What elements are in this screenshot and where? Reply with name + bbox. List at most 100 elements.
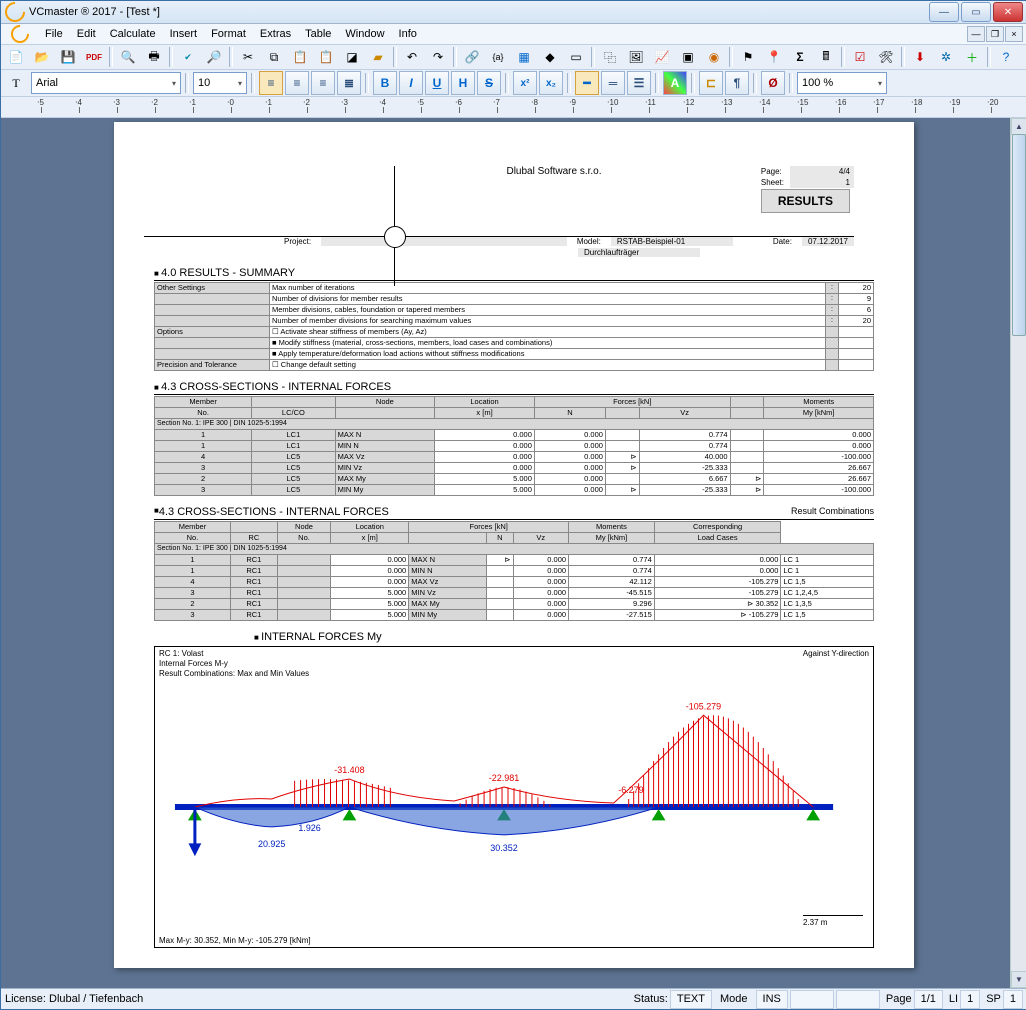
object2-icon[interactable]: ▣ — [676, 45, 700, 69]
frame-icon[interactable]: ▭ — [564, 45, 588, 69]
menu-file[interactable]: File — [39, 26, 69, 42]
superscript-button[interactable]: x² — [513, 71, 537, 95]
spellcheck-icon[interactable]: ✔ — [176, 45, 200, 69]
scroll-down-icon[interactable]: ▼ — [1011, 971, 1026, 988]
ruler[interactable]: ⋅5⋅4⋅3⋅2⋅1⋅0⋅1⋅2⋅3⋅4⋅5⋅6⋅7⋅8⋅9⋅10⋅11⋅12⋅… — [1, 97, 1026, 118]
status-label: Status: — [634, 993, 668, 1005]
line3-icon[interactable]: ☰ — [627, 71, 651, 95]
symbol-button[interactable]: Ø — [761, 71, 785, 95]
cut-icon[interactable]: ✂ — [236, 45, 260, 69]
save-icon[interactable]: 💾 — [56, 45, 80, 69]
paste-special-icon[interactable]: 📋 — [314, 45, 338, 69]
child-restore[interactable]: ❐ — [986, 26, 1004, 42]
maximize-button[interactable]: ▭ — [961, 2, 991, 22]
tools-icon[interactable]: 🛠 — [874, 45, 898, 69]
fontsize-select[interactable]: 10 — [193, 72, 247, 94]
statusbar: License: Dlubal / Tiefenbach Status: TEX… — [1, 988, 1026, 1009]
crop-icon[interactable]: ⿻ — [598, 45, 622, 69]
align-justify-icon[interactable]: ≣ — [337, 71, 361, 95]
chart-subtitle2: Result Combinations: Max and Min Values — [159, 669, 309, 678]
calc-icon[interactable]: 🖩 — [814, 45, 838, 69]
line1-icon[interactable]: ━ — [575, 71, 599, 95]
forces-table-a: MemberNodeLocationForces [kN]MomentsNo.L… — [154, 396, 874, 496]
model-value: RSTAB-Beispiel-01 — [611, 237, 733, 246]
print-preview-icon[interactable]: 🔍 — [116, 45, 140, 69]
chart-rc-label: RC 1: Volast — [159, 649, 203, 658]
gear-icon[interactable]: ✲ — [934, 45, 958, 69]
eraser-icon[interactable]: ◪ — [340, 45, 364, 69]
strike-button[interactable]: S — [477, 71, 501, 95]
check-icon[interactable]: ☑ — [848, 45, 872, 69]
print-icon[interactable]: 🖶 — [142, 45, 166, 69]
redo-icon[interactable]: ↷ — [426, 45, 450, 69]
color-button[interactable]: A — [663, 71, 687, 95]
svg-text:-31.408: -31.408 — [334, 765, 364, 775]
flag-icon[interactable]: ⚑ — [736, 45, 760, 69]
open-icon[interactable]: 📂 — [30, 45, 54, 69]
menu-extras[interactable]: Extras — [254, 26, 297, 42]
align-right-icon[interactable]: ≡ — [311, 71, 335, 95]
svg-text:30.352: 30.352 — [490, 843, 517, 853]
section-title-43a: 4.3 CROSS-SECTIONS - INTERNAL FORCES — [154, 381, 874, 395]
close-button[interactable]: ✕ — [993, 2, 1023, 22]
pin-icon[interactable]: 📍 — [762, 45, 786, 69]
sum-icon[interactable]: Σ — [788, 45, 812, 69]
undo-icon[interactable]: ↶ — [400, 45, 424, 69]
chart-icon[interactable]: 📈 — [650, 45, 674, 69]
high-button[interactable]: H — [451, 71, 475, 95]
status-mode-text: TEXT — [670, 990, 712, 1009]
app-menu-icon[interactable] — [5, 23, 37, 45]
marker-icon[interactable]: ⬇ — [908, 45, 932, 69]
plus-icon[interactable]: ＋ — [960, 45, 984, 69]
link-icon[interactable]: 🔗 — [460, 45, 484, 69]
italic-button[interactable]: I — [399, 71, 423, 95]
menu-calculate[interactable]: Calculate — [104, 26, 162, 42]
table-icon[interactable]: ▦ — [512, 45, 536, 69]
image-icon[interactable]: 🖼 — [624, 45, 648, 69]
page-value: 4/4 — [790, 166, 854, 177]
object-icon[interactable]: ◆ — [538, 45, 562, 69]
font-select[interactable]: Arial — [31, 72, 181, 94]
bold-button[interactable]: B — [373, 71, 397, 95]
subscript-button[interactable]: x₂ — [539, 71, 563, 95]
tab-button[interactable]: ⊏ — [699, 71, 723, 95]
minimize-button[interactable]: — — [929, 2, 959, 22]
section-title-43b: 4.3 CROSS-SECTIONS - INTERNAL FORCESResu… — [154, 506, 874, 520]
line2-icon[interactable]: ═ — [601, 71, 625, 95]
vertical-scrollbar[interactable]: ▲ ▼ — [1010, 118, 1026, 988]
status-sp-label: SP — [986, 993, 1001, 1005]
svg-text:1.926: 1.926 — [298, 823, 320, 833]
child-close[interactable]: × — [1005, 26, 1023, 42]
menu-table[interactable]: Table — [299, 26, 337, 42]
menu-window[interactable]: Window — [339, 26, 390, 42]
highlight-icon[interactable]: ▰ — [366, 45, 390, 69]
menu-insert[interactable]: Insert — [164, 26, 204, 42]
zoom-select[interactable]: 100 % — [797, 72, 887, 94]
paragraph-button[interactable]: ¶ — [725, 71, 749, 95]
field-icon[interactable]: {a} — [486, 45, 510, 69]
menu-info[interactable]: Info — [393, 26, 423, 42]
align-center-icon[interactable]: ≡ — [285, 71, 309, 95]
align-left-icon[interactable]: ≡ — [259, 71, 283, 95]
status-sp-value: 1 — [1003, 990, 1023, 1009]
menu-format[interactable]: Format — [205, 26, 252, 42]
child-minimize[interactable]: — — [967, 26, 985, 42]
new-icon[interactable]: 📄 — [4, 45, 28, 69]
project-value — [321, 237, 567, 246]
pdf-icon[interactable]: PDF — [82, 45, 106, 69]
chart-direction-label: Against Y-direction — [803, 649, 869, 658]
format-toolbar: T Arial 10 ≡ ≡ ≡ ≣ B I U H S x² x₂ ━ ═ ☰… — [1, 70, 1026, 97]
help-icon[interactable]: ? — [994, 45, 1018, 69]
document-area[interactable]: ▲ ▼ ▤ ▤ ▤ Dlubal Software s.r.o. — [1, 118, 1026, 988]
search-icon[interactable]: 🔎 — [202, 45, 226, 69]
component-icon[interactable]: ◉ — [702, 45, 726, 69]
copy-icon[interactable]: ⧉ — [262, 45, 286, 69]
paste-icon[interactable]: 📋 — [288, 45, 312, 69]
font-type-icon[interactable]: T — [4, 71, 28, 95]
status-li-label: LI — [949, 993, 958, 1005]
menu-edit[interactable]: Edit — [71, 26, 102, 42]
underline-button[interactable]: U — [425, 71, 449, 95]
svg-text:20.925: 20.925 — [258, 839, 285, 849]
scroll-up-icon[interactable]: ▲ — [1011, 118, 1026, 135]
scroll-thumb[interactable] — [1012, 134, 1026, 336]
